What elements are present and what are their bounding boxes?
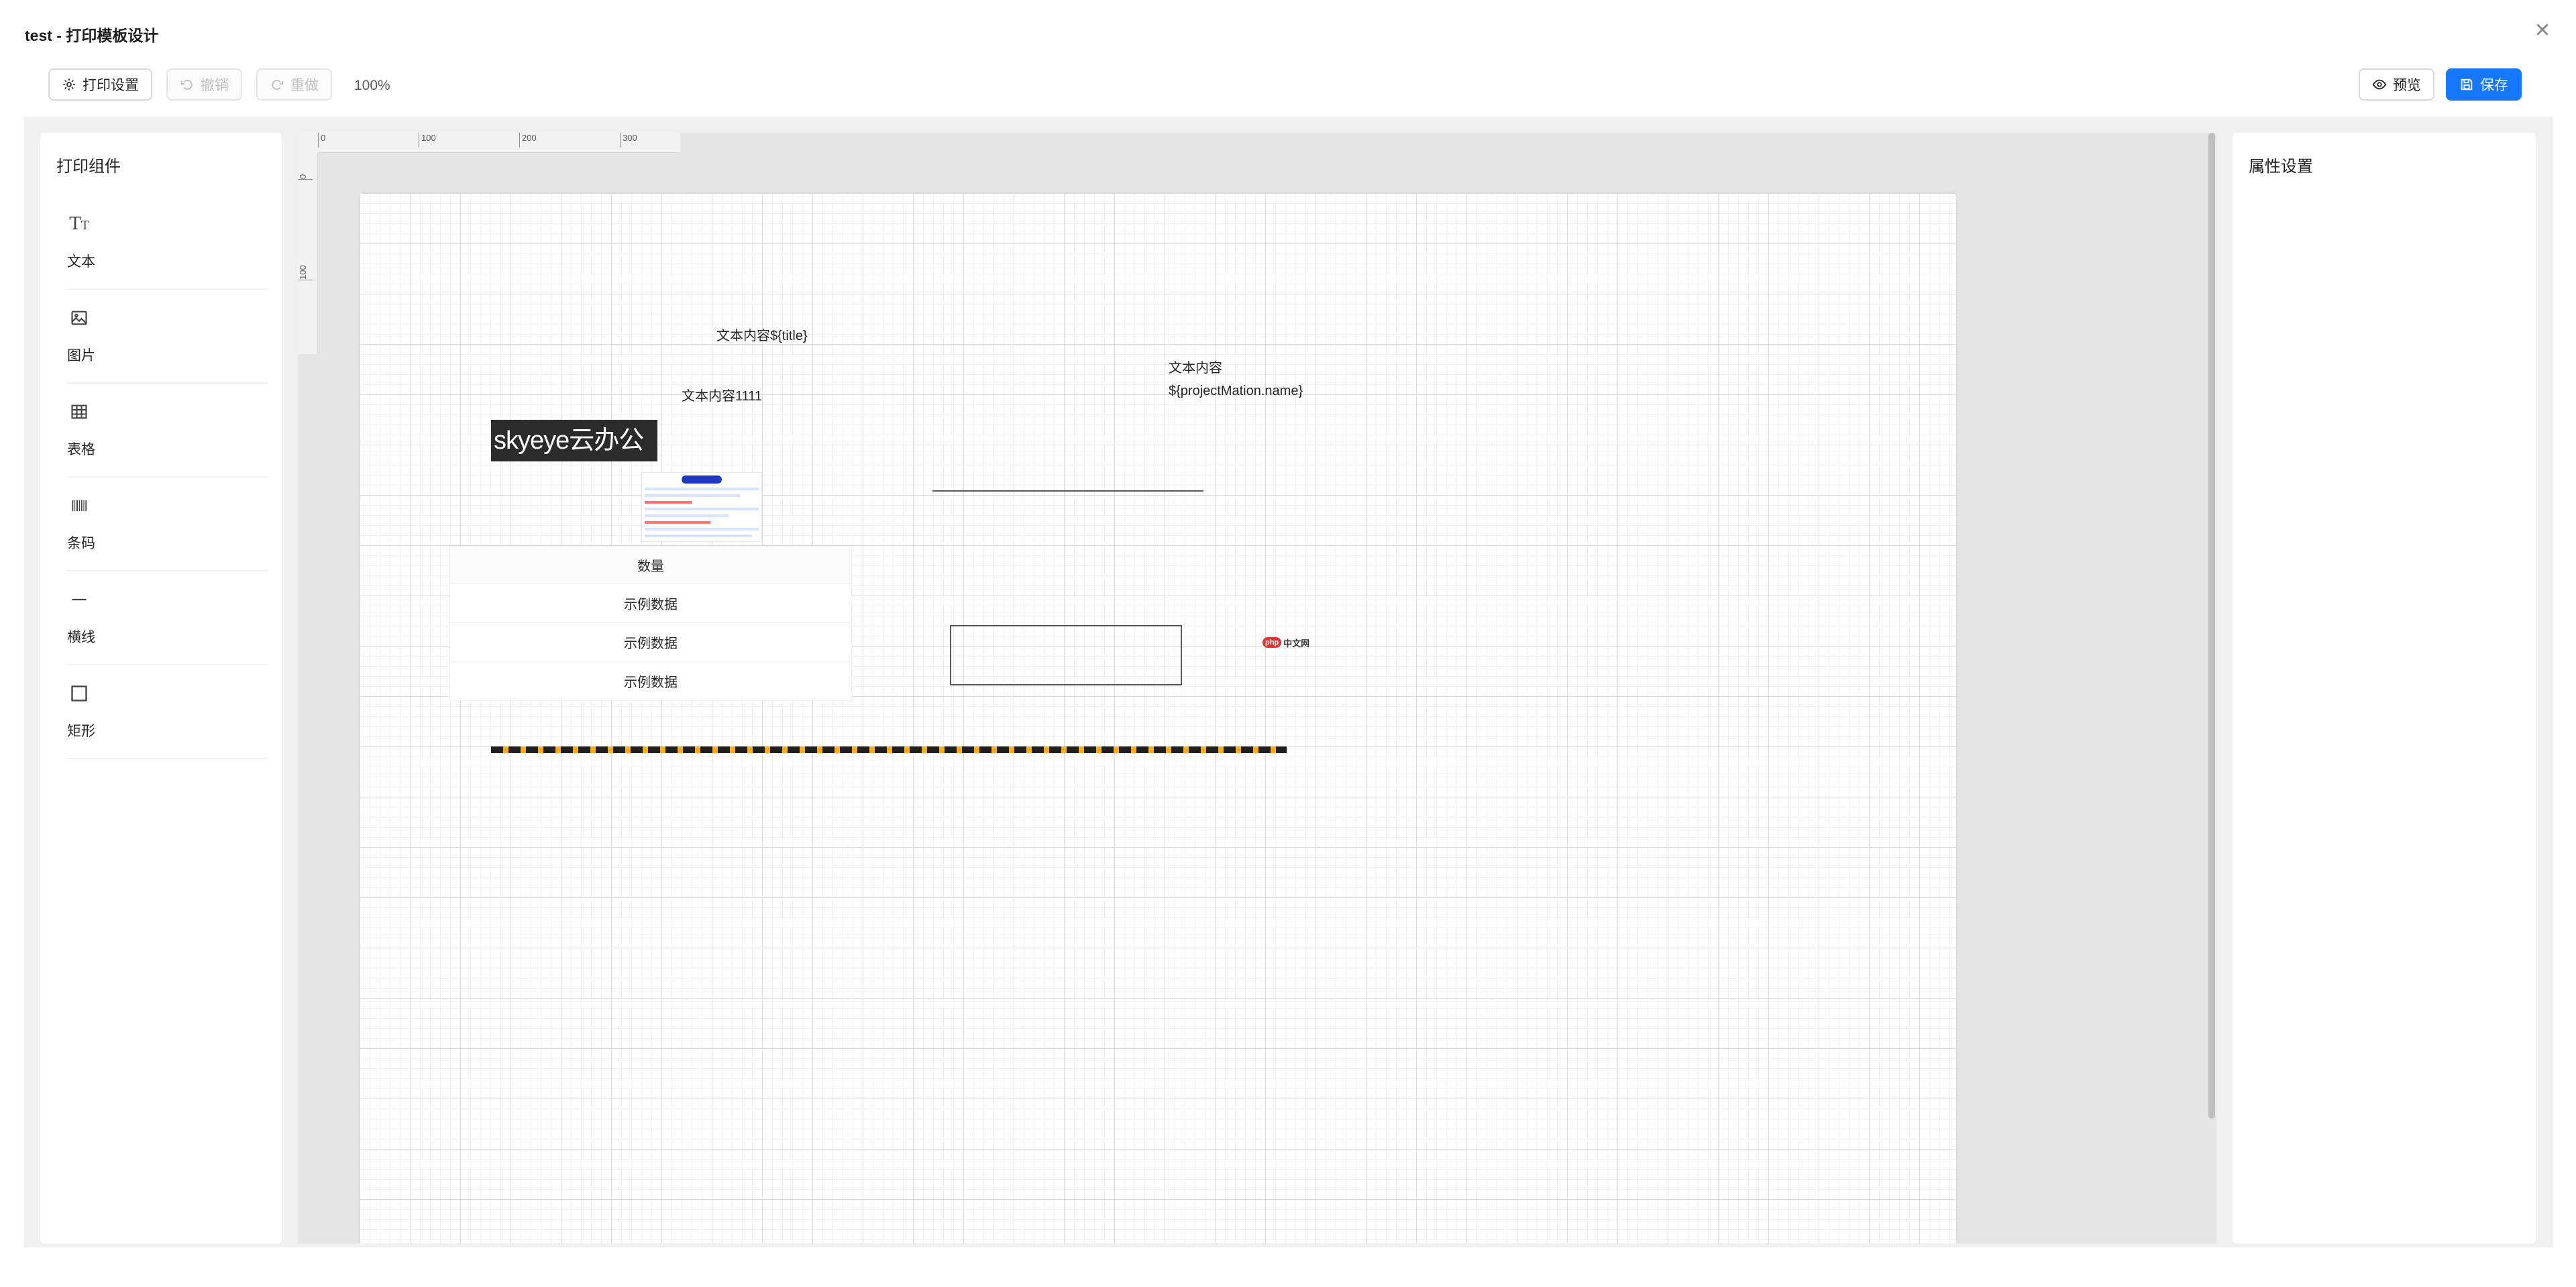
ruler-tick: 100 bbox=[419, 133, 436, 148]
table-cell: 示例数据 bbox=[449, 622, 852, 662]
gear-icon bbox=[63, 78, 75, 91]
component-item-line[interactable]: 横线 bbox=[67, 582, 268, 665]
print-paper[interactable]: 文本内容${title} 文本内容1111 文本内容 ${projectMati… bbox=[360, 193, 1956, 1243]
component-item-text[interactable]: TT 文本 bbox=[67, 207, 268, 290]
component-item-rectangle[interactable]: 矩形 bbox=[67, 676, 268, 759]
table-cell: 示例数据 bbox=[449, 661, 852, 701]
dashed-line-element[interactable] bbox=[491, 746, 1287, 753]
title-bar: test - 打印模板设计 ✕ bbox=[0, 0, 2576, 64]
workspace: 打印组件 TT 文本 图片 表格 条码 横线 矩形 0 100 200 300 … bbox=[24, 117, 2553, 1247]
rectangle-element[interactable] bbox=[950, 625, 1182, 685]
undo-button[interactable]: 撤销 bbox=[166, 68, 242, 101]
undo-icon bbox=[180, 80, 193, 90]
table-row: 示例数据 bbox=[449, 622, 852, 662]
zoom-level: 100% bbox=[354, 78, 390, 93]
php-logo-badge: php bbox=[1263, 637, 1282, 648]
horizontal-ruler: 0 100 200 300 bbox=[318, 133, 680, 153]
table-icon bbox=[67, 400, 91, 424]
ruler-corner bbox=[298, 133, 318, 153]
component-item-label: 条码 bbox=[67, 536, 95, 551]
print-settings-label: 打印设置 bbox=[83, 78, 139, 93]
barcode-icon bbox=[67, 494, 91, 518]
component-item-label: 横线 bbox=[67, 630, 95, 645]
component-panel: 打印组件 TT 文本 图片 表格 条码 横线 矩形 bbox=[40, 133, 282, 1243]
text-element-title[interactable]: 文本内容${title} bbox=[716, 325, 808, 344]
component-item-label: 文本 bbox=[67, 254, 95, 270]
table-header-cell: 数量 bbox=[449, 546, 852, 584]
rectangle-icon bbox=[67, 681, 91, 706]
text-element-project-line2: ${projectMation.name} bbox=[1169, 384, 1303, 398]
line-icon bbox=[67, 587, 91, 612]
line-element[interactable] bbox=[932, 490, 1203, 492]
component-item-label: 图片 bbox=[67, 348, 95, 363]
logo-image-element[interactable]: skyeye云办公 bbox=[491, 420, 657, 461]
ruler-tick: 0 bbox=[298, 153, 313, 180]
preview-button[interactable]: 预览 bbox=[2359, 68, 2434, 101]
design-canvas-area[interactable]: 0 100 200 300 0 100 文本内容${title} 文本内容111… bbox=[298, 133, 2216, 1243]
text-element-project[interactable]: 文本内容 ${projectMation.name} bbox=[1169, 357, 1303, 402]
table-row: 示例数据 bbox=[449, 661, 852, 701]
eye-icon bbox=[2372, 79, 2387, 90]
php-logo-image-element[interactable]: php 中文网 bbox=[1263, 636, 1309, 649]
component-item-label: 矩形 bbox=[67, 724, 95, 739]
image-element-thumbnail[interactable] bbox=[641, 472, 762, 542]
redo-label: 重做 bbox=[290, 78, 319, 93]
redo-icon bbox=[272, 80, 284, 90]
table-cell: 示例数据 bbox=[449, 583, 852, 623]
component-item-label: 表格 bbox=[67, 442, 95, 457]
property-panel-title: 属性设置 bbox=[2249, 158, 2313, 176]
preview-label: 预览 bbox=[2393, 78, 2421, 93]
window-title: test - 打印模板设计 bbox=[25, 27, 159, 44]
save-label: 保存 bbox=[2480, 78, 2508, 93]
php-logo-text: 中文网 bbox=[1283, 638, 1310, 649]
text-icon: TT bbox=[69, 214, 89, 234]
component-item-image[interactable]: 图片 bbox=[67, 300, 268, 384]
vertical-ruler: 0 100 bbox=[298, 153, 318, 354]
image-icon bbox=[67, 306, 91, 330]
table-element[interactable]: 数量 示例数据 示例数据 示例数据 bbox=[449, 546, 852, 701]
text-element-1111[interactable]: 文本内容1111 bbox=[682, 385, 762, 404]
component-item-table[interactable]: 表格 bbox=[67, 394, 268, 478]
toolbar: 打印设置 撤销 重做 100% 预览 保存 bbox=[0, 64, 2576, 117]
close-icon[interactable]: ✕ bbox=[2529, 17, 2556, 44]
property-panel: 属性设置 bbox=[2233, 133, 2536, 1243]
canvas-scrollbar[interactable] bbox=[2208, 133, 2215, 1119]
print-settings-button[interactable]: 打印设置 bbox=[48, 68, 152, 101]
component-item-barcode[interactable]: 条码 bbox=[67, 488, 268, 571]
ruler-tick: 200 bbox=[519, 133, 537, 148]
undo-label: 撤销 bbox=[201, 78, 229, 93]
ruler-tick: 0 bbox=[318, 133, 325, 148]
redo-button[interactable]: 重做 bbox=[256, 68, 332, 101]
text-element-project-line1: 文本内容 bbox=[1169, 361, 1222, 376]
component-panel-title: 打印组件 bbox=[56, 158, 121, 176]
save-icon bbox=[2461, 78, 2473, 91]
save-button[interactable]: 保存 bbox=[2446, 68, 2522, 101]
ruler-tick: 300 bbox=[620, 133, 637, 148]
table-row: 示例数据 bbox=[449, 583, 852, 623]
ruler-tick: 100 bbox=[298, 254, 313, 280]
